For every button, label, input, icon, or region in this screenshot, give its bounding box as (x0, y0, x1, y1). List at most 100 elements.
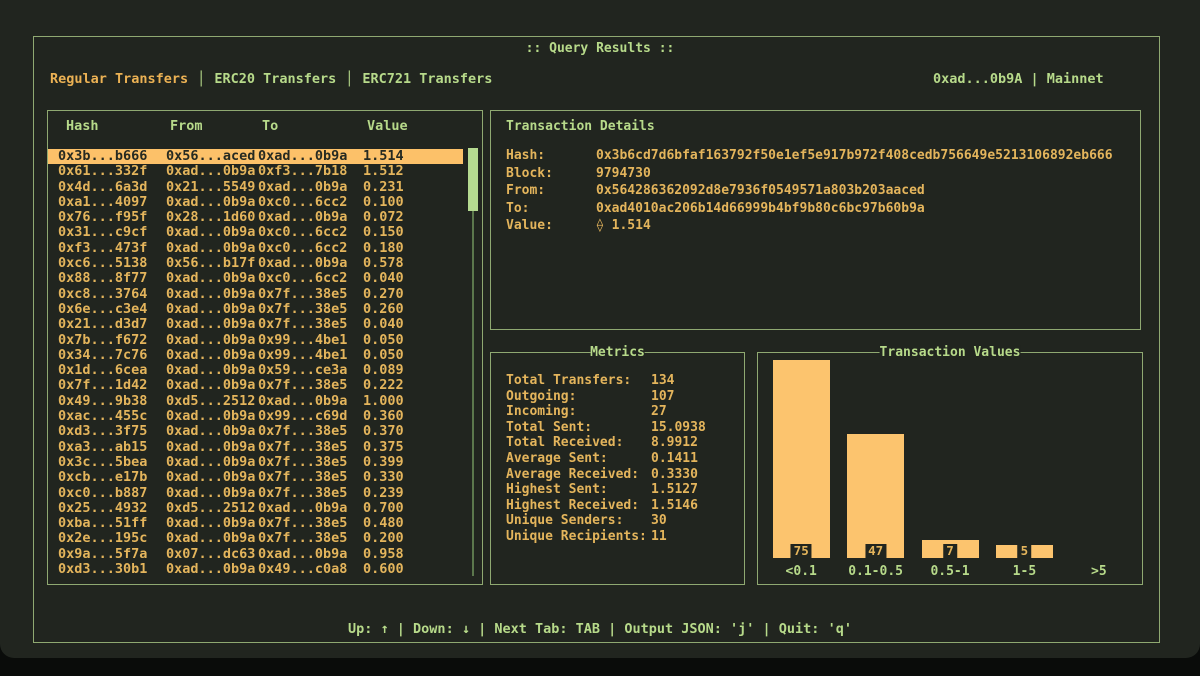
table-row[interactable]: 0x3b...b6660x56...aced0xad...0b9a1.514 (48, 149, 463, 164)
table-row[interactable]: 0x1d...6cea0xad...0b9a0x59...ce3a0.089 (48, 363, 463, 378)
transfers-table-panel: Hash From To Value 0x3b...b6660x56...ace… (47, 110, 483, 585)
chart-category-label: <0.1 (764, 564, 838, 579)
cell-to: 0xad...0b9a (258, 149, 363, 164)
metric-value: 1.5146 (651, 498, 698, 514)
cell-from: 0xad...0b9a (166, 363, 258, 378)
table-row[interactable]: 0x9a...5f7a0x07...dc630xad...0b9a0.958 (48, 547, 463, 562)
metric-item: Unique Recipients:11 (506, 529, 744, 545)
table-row[interactable]: 0xa1...40970xad...0b9a0xc0...6cc20.100 (48, 195, 463, 210)
metric-value: 11 (651, 529, 667, 545)
tab-erc20-transfers[interactable]: ERC20 Transfers (214, 71, 336, 87)
table-row[interactable]: 0x4d...6a3d0x21...55490xad...0b9a0.231 (48, 180, 463, 195)
cell-value: 0.072 (363, 210, 423, 225)
table-row[interactable]: 0x6e...c3e40xad...0b9a0x7f...38e50.260 (48, 302, 463, 317)
table-row[interactable]: 0x3c...5bea0xad...0b9a0x7f...38e50.399 (48, 455, 463, 470)
chart-category-label: 0.5-1 (913, 564, 987, 579)
metric-item: Average Sent:0.1411 (506, 451, 744, 467)
table-row[interactable]: 0x76...f95f0x28...1d600xad...0b9a0.072 (48, 210, 463, 225)
cell-value: 0.399 (363, 455, 423, 470)
detail-field: Hash:0x3b6cd7d6bfaf163792f50e1ef5e917b97… (506, 147, 1140, 165)
metric-item: Average Received:0.3330 (506, 467, 744, 483)
cell-hash: 0x25...4932 (58, 501, 166, 516)
table-row[interactable]: 0xba...51ff0xad...0b9a0x7f...38e50.480 (48, 516, 463, 531)
tab-regular-transfers[interactable]: Regular Transfers (50, 71, 188, 87)
table-row[interactable]: 0x7f...1d420xad...0b9a0x7f...38e50.222 (48, 378, 463, 393)
cell-value: 0.180 (363, 241, 423, 256)
cell-to: 0xc0...6cc2 (258, 225, 363, 240)
cell-to: 0x7f...38e5 (258, 440, 363, 455)
cell-value: 0.089 (363, 363, 423, 378)
chart-title: Transaction Values (880, 345, 1021, 360)
metric-value: 0.1411 (651, 451, 698, 467)
transaction-values-chart-panel: Transaction Values 754775 <0.10.1-0.50.5… (757, 352, 1143, 585)
metric-label: Highest Sent: (506, 482, 651, 498)
cell-to: 0x7f...38e5 (258, 317, 363, 332)
table-row[interactable]: 0x34...7c760xad...0b9a0x99...4be10.050 (48, 348, 463, 363)
table-row[interactable]: 0xcb...e17b0xad...0b9a0x7f...38e50.330 (48, 470, 463, 485)
table-row[interactable]: 0xa3...ab150xad...0b9a0x7f...38e50.375 (48, 440, 463, 455)
cell-to: 0xad...0b9a (258, 394, 363, 409)
table-row[interactable]: 0x49...9b380xd5...25120xad...0b9a1.000 (48, 394, 463, 409)
cell-value: 0.040 (363, 271, 423, 286)
cell-hash: 0x7b...f672 (58, 333, 166, 348)
details-title: Transaction Details (506, 119, 1140, 134)
cell-hash: 0x1d...6cea (58, 363, 166, 378)
cell-to: 0x99...4be1 (258, 333, 363, 348)
cell-value: 0.360 (363, 409, 423, 424)
bar-value-label: 7 (943, 544, 957, 558)
cell-to: 0x7f...38e5 (258, 516, 363, 531)
cell-from: 0xad...0b9a (166, 516, 258, 531)
cell-to: 0xad...0b9a (258, 256, 363, 271)
table-row[interactable]: 0xd3...3f750xad...0b9a0x7f...38e50.370 (48, 424, 463, 439)
table-row[interactable]: 0xc8...37640xad...0b9a0x7f...38e50.270 (48, 287, 463, 302)
metric-item: Outgoing:107 (506, 389, 744, 405)
metric-label: Total Sent: (506, 420, 651, 436)
cell-value: 0.150 (363, 225, 423, 240)
detail-value: 0x564286362092d8e7936f0549571a803b203aac… (596, 182, 925, 200)
cell-to: 0x99...c69d (258, 409, 363, 424)
cell-hash: 0xa1...4097 (58, 195, 166, 210)
detail-field: Block:9794730 (506, 165, 1140, 183)
tab-separator: │ (345, 71, 353, 87)
cell-hash: 0xc8...3764 (58, 287, 166, 302)
table-row[interactable]: 0x2e...195c0xad...0b9a0x7f...38e50.200 (48, 531, 463, 546)
table-row[interactable]: 0xf3...473f0xad...0b9a0xc0...6cc20.180 (48, 241, 463, 256)
transaction-details-panel: Transaction Details Hash:0x3b6cd7d6bfaf1… (490, 110, 1141, 330)
cell-hash: 0x61...332f (58, 164, 166, 179)
cell-hash: 0x2e...195c (58, 531, 166, 546)
chart-category-label: >5 (1062, 564, 1136, 579)
tab-erc721-transfers[interactable]: ERC721 Transfers (362, 71, 492, 87)
table-row[interactable]: 0x25...49320xd5...25120xad...0b9a0.700 (48, 501, 463, 516)
table-row[interactable]: 0x61...332f0xad...0b9a0xf3...7b181.512 (48, 164, 463, 179)
cell-hash: 0xa3...ab15 (58, 440, 166, 455)
cell-hash: 0xba...51ff (58, 516, 166, 531)
cell-value: 0.578 (363, 256, 423, 271)
table-row[interactable]: 0x7b...f6720xad...0b9a0x99...4be10.050 (48, 333, 463, 348)
table-row[interactable]: 0xac...455c0xad...0b9a0x99...c69d0.360 (48, 409, 463, 424)
table-row[interactable]: 0x31...c9cf0xad...0b9a0xc0...6cc20.150 (48, 225, 463, 240)
table-row[interactable]: 0xd3...30b10xad...0b9a0x49...c0a80.600 (48, 562, 463, 577)
cell-to: 0xad...0b9a (258, 501, 363, 516)
table-row[interactable]: 0xc0...b8870xad...0b9a0x7f...38e50.239 (48, 486, 463, 501)
cell-to: 0x7f...38e5 (258, 302, 363, 317)
scrollbar-track[interactable] (472, 148, 474, 576)
table-row[interactable]: 0x21...d3d70xad...0b9a0x7f...38e50.040 (48, 317, 463, 332)
detail-field: From:0x564286362092d8e7936f0549571a803b2… (506, 182, 1140, 200)
bar: 5 (996, 545, 1053, 558)
cell-to: 0x7f...38e5 (258, 470, 363, 485)
detail-value: 9794730 (596, 165, 651, 183)
table-row[interactable]: 0xc6...51380x56...b17f0xad...0b9a0.578 (48, 256, 463, 271)
cell-to: 0x7f...38e5 (258, 287, 363, 302)
cell-value: 0.100 (363, 195, 423, 210)
metrics-list: Total Transfers:134Outgoing:107Incoming:… (506, 373, 744, 545)
cell-from: 0xad...0b9a (166, 302, 258, 317)
table-row[interactable]: 0x88...8f770xad...0b9a0xc0...6cc20.040 (48, 271, 463, 286)
metric-label: Unique Senders: (506, 513, 651, 529)
metric-value: 134 (651, 373, 674, 389)
cell-value: 0.270 (363, 287, 423, 302)
cell-value: 0.200 (363, 531, 423, 546)
cell-to: 0x7f...38e5 (258, 378, 363, 393)
cell-hash: 0x76...f95f (58, 210, 166, 225)
cell-to: 0x7f...38e5 (258, 424, 363, 439)
scrollbar-thumb[interactable] (468, 148, 478, 211)
